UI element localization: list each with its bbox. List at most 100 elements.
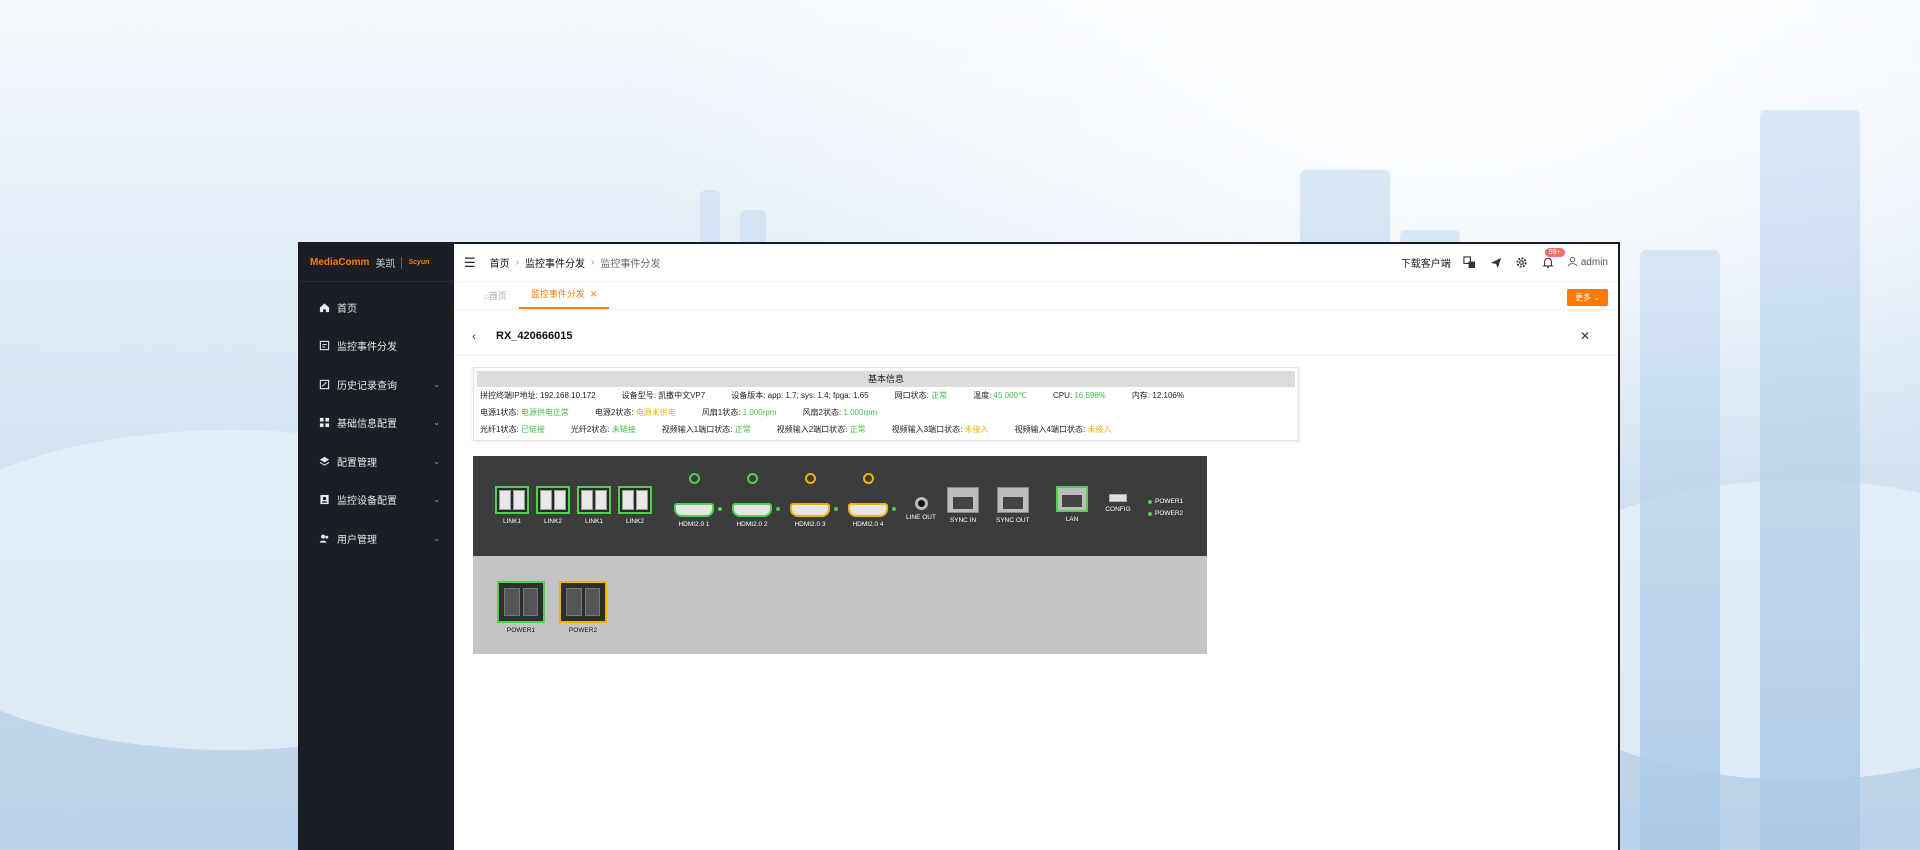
info-field-value: 电源供电正常 [520,408,569,417]
tab-monitor-event[interactable]: 监控事件分发 ✕ [518,287,610,309]
translate-icon[interactable] [1463,256,1477,270]
topbar-actions: 下载客户端 99+ admin [1401,247,1608,270]
info-field: 视频输入4端口状态: 未接入 [1015,424,1112,435]
breadcrumb-home[interactable]: 首页 [490,255,510,270]
close-tab-icon[interactable]: ✕ [590,289,598,299]
info-field: 光纤1状态: 已链接 [480,424,545,435]
sidebar-item-device-config[interactable]: 监控设备配置 ⌄ [300,481,454,520]
config-port[interactable]: CONFIG [1103,486,1133,513]
chevron-down-icon: ⌄ [433,418,440,428]
sync-in-port[interactable]: SYNC IN [947,487,979,524]
port-label: HDMI2.0 4 [852,521,884,528]
info-field-key: 温度: [973,391,994,400]
more-label: 更多 [1575,293,1592,302]
sidebar-item-label: 配置管理 [337,457,377,469]
basic-info-card: 基本信息 拼控终端IP地址: 192.168.10.172 设备型号: 凯撒中文V… [473,367,1299,441]
power-supply-2[interactable]: POWER2 [559,581,607,634]
device-icon [318,494,330,506]
sidebar-item-label: 监控设备配置 [337,496,397,508]
info-field-value: 正常 [734,425,751,434]
send-icon[interactable] [1489,256,1503,270]
menu-toggle-icon[interactable]: ☰ [464,255,476,271]
notification-bell-icon[interactable]: 99+ [1541,247,1565,270]
info-field-value: 未接入 [964,425,989,434]
close-icon[interactable]: ✕ [1580,329,1590,343]
hdmi-port-1[interactable]: HDMI2.0 1 [673,473,715,528]
port-label: LINK1 [502,518,522,525]
download-client-link[interactable]: 下载客户端 [1401,255,1451,270]
username: admin [1580,257,1608,268]
info-field-key: 内存: [1131,391,1153,400]
logo-divider [401,256,403,269]
port-label: CONFIG [1105,506,1131,513]
info-field-key: 视频输入1端口状态: [661,425,735,434]
port-label: LAN [1065,516,1079,523]
info-field: 拼控终端IP地址: 192.168.10.172 [480,390,596,401]
led-label: POWER1 [1155,498,1184,505]
sidebar-item-home[interactable]: 首页 [300,288,454,327]
port-label: LINK2 [543,518,563,525]
status-led [834,507,838,511]
tab-home[interactable]: ⌂首页 [472,289,519,309]
user-menu[interactable]: admin [1567,256,1608,270]
notification-badge: 99+ [1544,247,1565,257]
breadcrumb: 首页 › 监控事件分发 › 监控事件分发 [490,255,661,270]
info-field-value: 192.168.10.172 [540,391,596,400]
psu-label: POWER2 [568,627,598,634]
status-ring [746,473,758,484]
hdmi-port-2[interactable]: HDMI2.0 2 [731,473,773,528]
port-label: HDMI2.0 3 [794,521,826,528]
info-field-value: 12.106% [1152,391,1184,400]
power2-led: POWER2 [1148,510,1183,517]
logo-brand-cn: 美凯 [375,259,396,270]
sidebar-item-history[interactable]: 历史记录查询 ⌄ [300,365,454,404]
hdmi-port-3[interactable]: HDMI2.0 3 [789,473,831,528]
sidebar-item-monitor-event[interactable]: 监控事件分发 [300,327,454,366]
sync-out-port[interactable]: SYNC OUT [996,487,1030,524]
sidebar-item-users[interactable]: 用户管理 ⌄ [300,519,454,558]
layers-icon [318,455,330,467]
info-field-key: 视频输入4端口状态: [1014,425,1088,434]
device-rear-panel: POWER1 POWER2 [473,556,1207,654]
breadcrumb-section[interactable]: 监控事件分发 [525,255,585,270]
device-front-panel: LINK1 LINK2 LINK1 LINK2 HDMI2.0 1 HDMI2.… [473,456,1207,556]
tab-bar: ⌂首页 监控事件分发 ✕ 更多 ⌄ [454,282,1618,310]
device-title: RX_420666015 [496,329,573,342]
hdmi-port-4[interactable]: HDMI2.0 4 [847,473,889,528]
sfp-port[interactable]: LINK1 [577,486,611,525]
info-row-3: 光纤1状态: 已链接 光纤2状态: 未链接 视频输入1端口状态: 正常 视频输入2端口… [477,421,1295,438]
info-field-key: 电源1状态: [480,408,521,417]
status-ring [862,473,874,484]
sfp-port[interactable]: LINK2 [536,486,570,525]
chevron-down-icon: ⌄ [433,456,440,466]
info-field-key: 设备版本: [731,391,768,400]
history-icon [318,378,330,390]
back-arrow-icon[interactable]: ‹ [472,329,476,343]
info-field-value: 1.000rpm [742,408,777,417]
info-field-key: 视频输入3端口状态: [891,425,965,434]
settings-gear-icon[interactable] [1515,256,1529,270]
lan-port[interactable]: LAN [1056,486,1088,523]
monitor-event-icon [318,340,330,352]
users-icon [318,532,330,544]
info-field: 网口状态: 正常 [895,390,947,401]
status-ring [804,473,816,484]
line-out-port[interactable]: LINE OUT [903,486,939,521]
sidebar-item-label: 用户管理 [337,534,377,546]
main-content: ☰ 首页 › 监控事件分发 › 监控事件分发 下载客户端 99+ admin ⌂… [454,244,1618,850]
info-field-key: 光纤1状态: [480,425,521,434]
sidebar-item-basic-config[interactable]: 基础信息配置 ⌄ [300,404,454,443]
app-window: MediaComm 美凯 Scyun 首页 监控事件分发 历史记录查询 ⌄ 基础… [298,242,1620,850]
chevron-down-icon: ⌄ [433,379,440,389]
sidebar-item-config-manage[interactable]: 配置管理 ⌄ [300,442,454,481]
sidebar: MediaComm 美凯 Scyun 首页 监控事件分发 历史记录查询 ⌄ 基础… [300,244,454,850]
info-field-key: CPU: [1052,391,1075,400]
more-tabs-button[interactable]: 更多 ⌄ [1567,289,1608,306]
port-label: LINE OUT [906,514,936,521]
sfp-port[interactable]: LINK2 [618,486,652,525]
power-supply-1[interactable]: POWER1 [497,581,545,634]
chevron-down-icon: ⌄ [433,495,440,505]
port-label: LINK2 [625,518,645,525]
sfp-port[interactable]: LINK1 [495,486,529,525]
sidebar-item-label: 监控事件分发 [337,342,397,354]
